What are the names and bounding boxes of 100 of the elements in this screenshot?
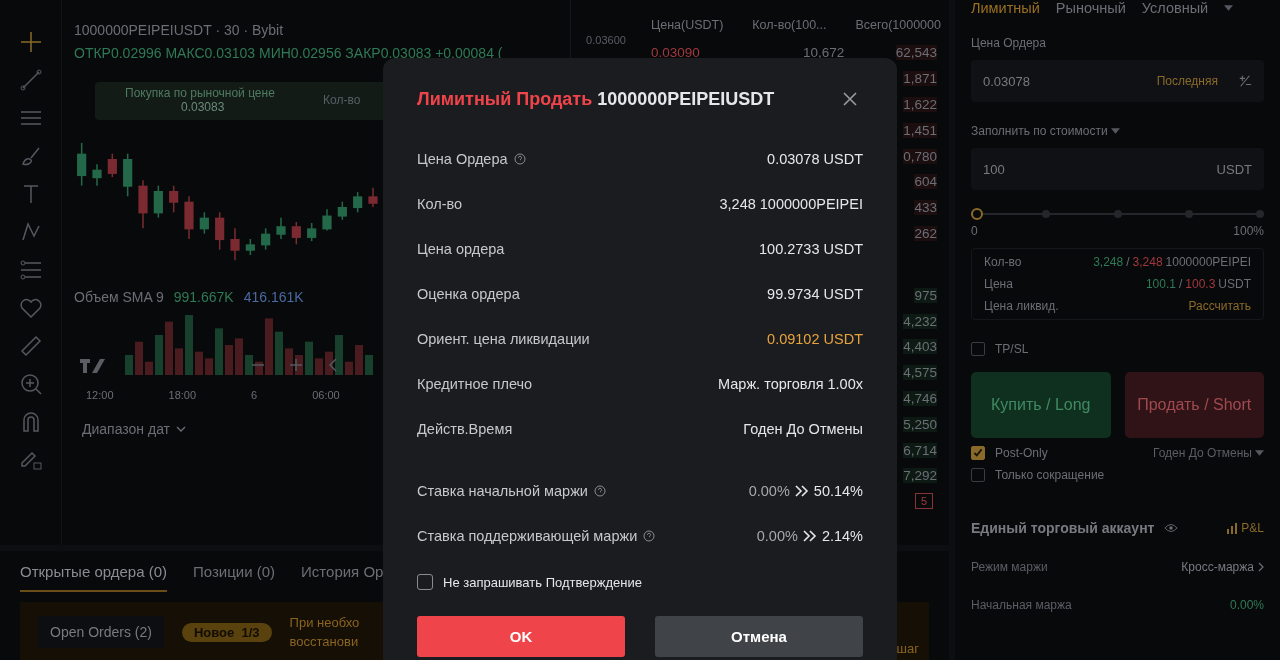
zoom-in-icon[interactable] bbox=[288, 357, 304, 373]
amount-slider[interactable] bbox=[971, 208, 1264, 220]
order-type-tab[interactable]: Лимитный bbox=[971, 0, 1040, 16]
order-total: 4,232 bbox=[903, 313, 937, 329]
time-axis-label: 6 bbox=[251, 389, 258, 401]
checkbox-label: Post-Only bbox=[995, 446, 1048, 460]
crosshair-icon[interactable] bbox=[18, 30, 43, 54]
trend-line-icon[interactable] bbox=[18, 68, 43, 92]
no-confirm-checkbox[interactable] bbox=[417, 574, 433, 590]
sliders-icon[interactable] bbox=[18, 258, 43, 282]
checkbox-label: Только сокращение bbox=[995, 468, 1105, 482]
help-icon[interactable] bbox=[513, 152, 526, 165]
sell-short-button[interactable]: Продать / Short bbox=[1124, 372, 1264, 438]
orders-tab[interactable]: История Ор bbox=[301, 563, 384, 592]
tooltip-label: Покупка по рыночной цене bbox=[125, 86, 275, 100]
buy-value: 3,248 bbox=[1093, 255, 1124, 269]
order-total: 0,780 bbox=[903, 148, 937, 164]
notice-text: При необхо bbox=[289, 615, 360, 630]
old-rate: 0.00% bbox=[756, 527, 798, 544]
amount-input-field[interactable]: 100 USDT bbox=[971, 148, 1264, 190]
cancel-button[interactable]: Отмена bbox=[655, 616, 863, 657]
time-axis-label: 06:00 bbox=[312, 389, 340, 401]
option-checkbox[interactable] bbox=[971, 468, 985, 482]
account-title: Единый торговый аккаунт bbox=[971, 520, 1155, 536]
summary-label: Кол-во bbox=[984, 255, 1022, 269]
open-orders-chip[interactable]: Open Orders (2) bbox=[38, 616, 164, 648]
order-total: 6,714 bbox=[903, 442, 937, 458]
detail-label: Оценка ордера bbox=[417, 285, 520, 302]
close-icon[interactable] bbox=[843, 92, 857, 106]
candle bbox=[77, 142, 87, 187]
order-total: 62,543 bbox=[895, 45, 937, 61]
candle bbox=[230, 227, 240, 261]
order-total: 4,575 bbox=[903, 365, 937, 381]
calculate-link[interactable]: Рассчитать bbox=[1188, 299, 1251, 313]
new-rate: 50.14% bbox=[813, 482, 863, 499]
date-range-dropdown[interactable]: Диапазон дат bbox=[82, 421, 187, 437]
eye-icon[interactable] bbox=[1164, 523, 1179, 533]
time-in-force-dropdown[interactable]: Годен До Отмены bbox=[1152, 446, 1252, 460]
ruler-icon[interactable] bbox=[18, 334, 43, 358]
pnl-link[interactable]: P&L bbox=[1241, 521, 1264, 535]
detail-value: 3,248 1000000PEIPEI bbox=[719, 195, 863, 212]
time-axis-label: 18:00 bbox=[168, 389, 197, 401]
caret-icon[interactable] bbox=[1224, 5, 1234, 11]
plus-minus-icon[interactable] bbox=[1238, 74, 1252, 88]
volume-value: 416.161K bbox=[243, 289, 304, 305]
step-badge[interactable]: 5 bbox=[914, 492, 933, 509]
detail-value: 0.03078 USDT bbox=[767, 150, 863, 167]
order-price: 0.03090 bbox=[651, 45, 700, 61]
candle bbox=[123, 153, 133, 197]
column-header: Всего(1000000 bbox=[855, 18, 941, 32]
unit-label: USDT bbox=[1218, 277, 1251, 291]
account-label: Начальная маржа bbox=[971, 598, 1072, 612]
order-total: 4,746 bbox=[903, 390, 937, 406]
ok-button[interactable]: OK bbox=[417, 616, 625, 657]
account-value: Кросс-маржа bbox=[1181, 560, 1254, 574]
account-label: Режим маржи bbox=[971, 560, 1048, 574]
order-total: 4,403 bbox=[903, 339, 937, 355]
field-label: Заполнить по стоимости bbox=[971, 124, 1108, 138]
caret-icon[interactable] bbox=[1110, 128, 1120, 134]
candle bbox=[322, 208, 332, 232]
orders-tab[interactable]: Позиции (0) bbox=[193, 563, 276, 592]
detail-label: Кредитное плечо bbox=[417, 375, 533, 392]
buy-long-button[interactable]: Купить / Long bbox=[971, 372, 1111, 438]
detail-value: 0.09102 USDT bbox=[767, 330, 863, 347]
new-badge: Новое 1/3 bbox=[181, 622, 272, 642]
tooltip-qty-label: Кол-во bbox=[323, 93, 361, 107]
candle bbox=[291, 221, 301, 245]
bar-chart-icon[interactable] bbox=[1226, 522, 1239, 534]
order-type-tab[interactable]: Условный bbox=[1141, 0, 1209, 16]
candle bbox=[153, 185, 163, 219]
new-rate: 2.14% bbox=[821, 527, 863, 544]
caret-icon[interactable] bbox=[1255, 450, 1264, 456]
account-value: 0.00% bbox=[1229, 598, 1264, 612]
volume-value: 991.667K bbox=[173, 289, 234, 305]
detail-value: 100.2733 USDT bbox=[759, 240, 863, 257]
heart-icon[interactable] bbox=[18, 296, 43, 320]
tpsl-checkbox[interactable] bbox=[971, 342, 985, 356]
zoom-in-icon[interactable] bbox=[18, 372, 43, 396]
chevron-right-icon[interactable] bbox=[1258, 562, 1264, 572]
checkbox-label: Не запрашивать Подтверждение bbox=[443, 574, 642, 590]
option-checkbox[interactable] bbox=[971, 446, 985, 460]
order-total: 7,292 bbox=[903, 468, 937, 484]
order-type-tab[interactable]: Рыночный bbox=[1055, 0, 1126, 16]
help-icon[interactable] bbox=[593, 484, 606, 497]
candle bbox=[199, 211, 209, 235]
column-header: Цена(USDT) bbox=[651, 18, 724, 32]
summary-label: Цена bbox=[984, 277, 1013, 291]
double-chevron-icon bbox=[802, 529, 817, 542]
notice-text: восстанови bbox=[289, 634, 360, 649]
chart-symbol-title: 1000000PEIPEIUSDT · 30 · Bybit bbox=[74, 22, 285, 38]
help-icon[interactable] bbox=[643, 529, 656, 542]
candle bbox=[184, 195, 194, 240]
order-qty: 10,672 bbox=[803, 45, 845, 61]
detail-value: Марж. торговля 1.00x bbox=[718, 375, 863, 392]
detail-label: Ставка поддерживающей маржи bbox=[417, 527, 638, 544]
detail-label: Кол-во bbox=[417, 195, 463, 212]
price-input-field[interactable]: 0.03078 Последняя bbox=[971, 60, 1264, 102]
orders-tab[interactable]: Открытые ордера (0) bbox=[20, 563, 167, 592]
candle bbox=[276, 217, 286, 240]
dialog-title: Лимитный Продать 1000000PEIPEIUSDT bbox=[417, 88, 775, 110]
